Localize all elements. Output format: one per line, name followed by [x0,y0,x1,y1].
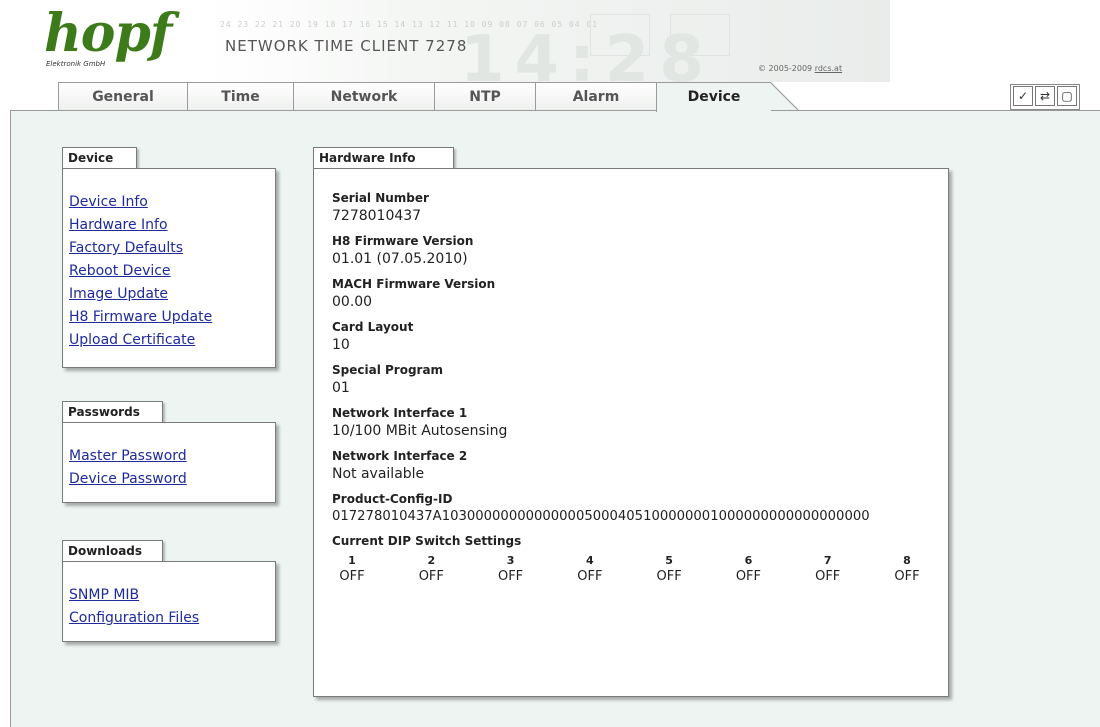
product-config-id-label: Product-Config-ID [332,492,453,506]
serial-number-label: Serial Number [332,191,429,205]
copyright-link[interactable]: rdcs.at [815,64,842,73]
mach-firmware-label: MACH Firmware Version [332,277,496,291]
active-tab-slant [770,82,800,110]
device-box-title: Device [62,147,137,168]
dip-switch-5: 5 OFF [649,554,689,584]
dip-switch-state: OFF [418,569,444,584]
copyright-text: © 2005-2009 [758,64,813,73]
passwords-menu: Master Password Device Password [62,422,276,503]
dip-switch-state: OFF [497,569,524,584]
h8-firmware-label: H8 Firmware Version [332,234,474,248]
h8-firmware-update-link[interactable]: H8 Firmware Update [69,306,212,329]
dip-switch-number: 6 [744,554,753,567]
banner-clock: 14:28 [460,23,714,82]
header: 24 23 22 21 20 19 18 17 16 15 14 13 12 1… [10,0,890,82]
app-frame: 24 23 22 21 20 19 18 17 16 15 14 13 12 1… [10,0,1100,727]
hardware-info-link[interactable]: Hardware Info [69,214,212,237]
snmp-mib-link[interactable]: SNMP MIB [69,584,199,607]
page-title: NETWORK TIME CLIENT 7278 [225,37,468,55]
tab-ntp[interactable]: NTP [434,82,536,110]
network-interface-2-value: Not available [332,466,425,482]
passwords-box-title: Passwords [62,401,163,422]
hopf-logo: hopf Elektronik GmbH [44,3,172,69]
dip-switch-4: 4 OFF [570,554,610,584]
dip-switch-number: 7 [823,554,832,567]
page-icon[interactable]: ▢ [1057,86,1077,106]
dip-switch-6: 6 OFF [728,554,768,584]
refresh-icon[interactable]: ⇄ [1035,86,1055,106]
card-layout-value: 10 [332,337,350,353]
dip-switch-state: OFF [815,569,841,584]
dip-switch-state: OFF [577,569,603,584]
dip-switch-number: 5 [665,554,673,567]
network-interface-1-value: 10/100 MBit Autosensing [332,423,508,439]
logo-text: hopf [44,3,172,64]
dip-switch-state: OFF [656,569,682,584]
tab-alarm[interactable]: Alarm [535,82,657,110]
reboot-device-link[interactable]: Reboot Device [69,260,212,283]
dip-switch-state: OFF [339,569,365,584]
tab-network[interactable]: Network [293,82,435,110]
image-update-link[interactable]: Image Update [69,283,212,306]
main-content: Device Device Info Hardware Info Factory… [10,110,1100,727]
dip-switch-number: 3 [506,554,515,567]
special-program-label: Special Program [332,363,444,377]
dip-switch-8: 8 OFF [887,554,927,584]
dip-switch-title: Current DIP Switch Settings [332,534,522,548]
upload-certificate-link[interactable]: Upload Certificate [69,329,212,352]
dip-switch-number: 4 [586,554,594,567]
tab-general[interactable]: General [58,82,188,110]
dip-switch-state: OFF [894,569,920,584]
dip-switch-table: 1 OFF 2 OFF 3 OFF 4 OFF 5 OFF 6 OFF 7 OFF 8 OFF [332,554,927,584]
network-interface-1-label: Network Interface 1 [332,406,468,420]
card-layout-label: Card Layout [332,320,414,334]
dip-switch-1: 1 OFF [332,554,372,584]
mach-firmware-value: 00.00 [332,294,373,310]
device-info-link[interactable]: Device Info [69,191,212,214]
device-password-link[interactable]: Device Password [69,468,187,491]
serial-number-value: 7278010437 [332,208,422,224]
hardware-info-panel: Serial Number 7278010437 H8 Firmware Ver… [313,168,949,697]
toolbar-icons: ✓ ⇄ ▢ [1010,84,1080,110]
copyright: © 2005-2009 rdcs.at [758,64,842,73]
dip-switch-2: 2 OFF [411,554,451,584]
master-password-link[interactable]: Master Password [69,445,187,468]
dip-switch-number: 1 [348,554,356,567]
hardware-info-title: Hardware Info [313,147,454,168]
dip-switch-number: 8 [903,554,911,567]
dip-switch-number: 2 [427,554,436,567]
tab-time[interactable]: Time [187,82,294,110]
product-config-id-value: 017278010437A103000000000000005000405100… [332,509,870,524]
downloads-menu: SNMP MIB Configuration Files [62,561,276,642]
special-program-value: 01 [332,380,350,396]
device-menu: Device Info Hardware Info Factory Defaul… [62,168,276,368]
dip-switch-state: OFF [735,569,761,584]
h8-firmware-value: 01.01 (07.05.2010) [332,251,468,267]
tab-device[interactable]: Device [656,82,771,112]
tab-bar: General Time Network NTP Alarm Device [10,82,1100,112]
configuration-files-link[interactable]: Configuration Files [69,607,199,630]
dip-switch-3: 3 OFF [491,554,531,584]
dip-switch-7: 7 OFF [808,554,848,584]
factory-defaults-link[interactable]: Factory Defaults [69,237,212,260]
check-icon[interactable]: ✓ [1013,86,1033,106]
logo-subtitle: Elektronik GmbH [46,60,106,68]
network-interface-2-label: Network Interface 2 [332,449,468,463]
downloads-box-title: Downloads [62,540,163,561]
